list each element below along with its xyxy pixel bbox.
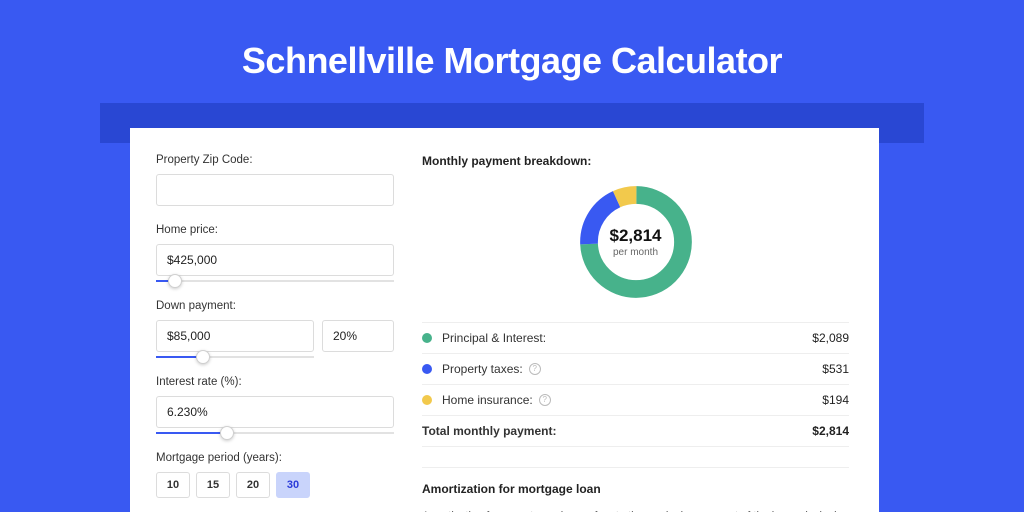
down-payment-slider[interactable] (156, 356, 314, 358)
donut-sublabel: per month (613, 247, 658, 258)
interest-slider[interactable] (156, 432, 394, 434)
down-payment-pct-input[interactable]: 20% (322, 320, 394, 352)
period-option-30[interactable]: 30 (276, 472, 310, 498)
breakdown-row: Home insurance:?$194 (422, 385, 849, 416)
total-label: Total monthly payment: (422, 424, 812, 438)
period-option-10[interactable]: 10 (156, 472, 190, 498)
amortization-section: Amortization for mortgage loan Amortizat… (422, 467, 849, 512)
home-price-input[interactable]: $425,000 (156, 244, 394, 276)
home-price-slider[interactable] (156, 280, 394, 282)
zip-label: Property Zip Code: (156, 154, 394, 166)
zip-field-group: Property Zip Code: (156, 154, 394, 206)
breakdown-label: Home insurance:? (442, 393, 822, 407)
slider-thumb[interactable] (168, 274, 182, 288)
down-payment-amount-input[interactable]: $85,000 (156, 320, 314, 352)
down-payment-label: Down payment: (156, 300, 394, 312)
breakdown-title: Monthly payment breakdown: (422, 154, 849, 168)
amortization-title: Amortization for mortgage loan (422, 482, 849, 496)
interest-group: Interest rate (%): 6.230% (156, 376, 394, 434)
total-value: $2,814 (812, 424, 849, 438)
help-icon[interactable]: ? (539, 394, 551, 406)
payment-donut-chart: $2,814 per month (574, 180, 698, 304)
breakdown-total-row: Total monthly payment:$2,814 (422, 416, 849, 447)
slider-thumb[interactable] (220, 426, 234, 440)
breakdown-row: Property taxes:?$531 (422, 354, 849, 385)
period-option-15[interactable]: 15 (196, 472, 230, 498)
zip-input[interactable] (156, 174, 394, 206)
down-payment-group: Down payment: $85,000 20% (156, 300, 394, 358)
breakdown-list: Principal & Interest:$2,089Property taxe… (422, 322, 849, 447)
amortization-text: Amortization for a mortgage loan refers … (422, 508, 849, 512)
legend-dot (422, 395, 432, 405)
period-group: Mortgage period (years): 10152030 (156, 452, 394, 498)
period-option-20[interactable]: 20 (236, 472, 270, 498)
calculator-card: Property Zip Code: Home price: $425,000 … (130, 128, 879, 512)
breakdown-label: Property taxes:? (442, 362, 822, 376)
breakdown-label: Principal & Interest: (442, 331, 812, 345)
interest-input[interactable]: 6.230% (156, 396, 394, 428)
slider-thumb[interactable] (196, 350, 210, 364)
legend-dot (422, 364, 432, 374)
home-price-label: Home price: (156, 224, 394, 236)
home-price-group: Home price: $425,000 (156, 224, 394, 282)
help-icon[interactable]: ? (529, 363, 541, 375)
breakdown-value: $2,089 (812, 331, 849, 345)
breakdown-panel: Monthly payment breakdown: $2,814 per mo… (422, 154, 849, 512)
interest-label: Interest rate (%): (156, 376, 394, 388)
donut-amount: $2,814 (610, 226, 662, 246)
page-title: Schnellville Mortgage Calculator (0, 40, 1024, 82)
breakdown-value: $194 (822, 393, 849, 407)
period-label: Mortgage period (years): (156, 452, 394, 464)
breakdown-value: $531 (822, 362, 849, 376)
form-panel: Property Zip Code: Home price: $425,000 … (156, 154, 394, 512)
breakdown-row: Principal & Interest:$2,089 (422, 323, 849, 354)
legend-dot (422, 333, 432, 343)
